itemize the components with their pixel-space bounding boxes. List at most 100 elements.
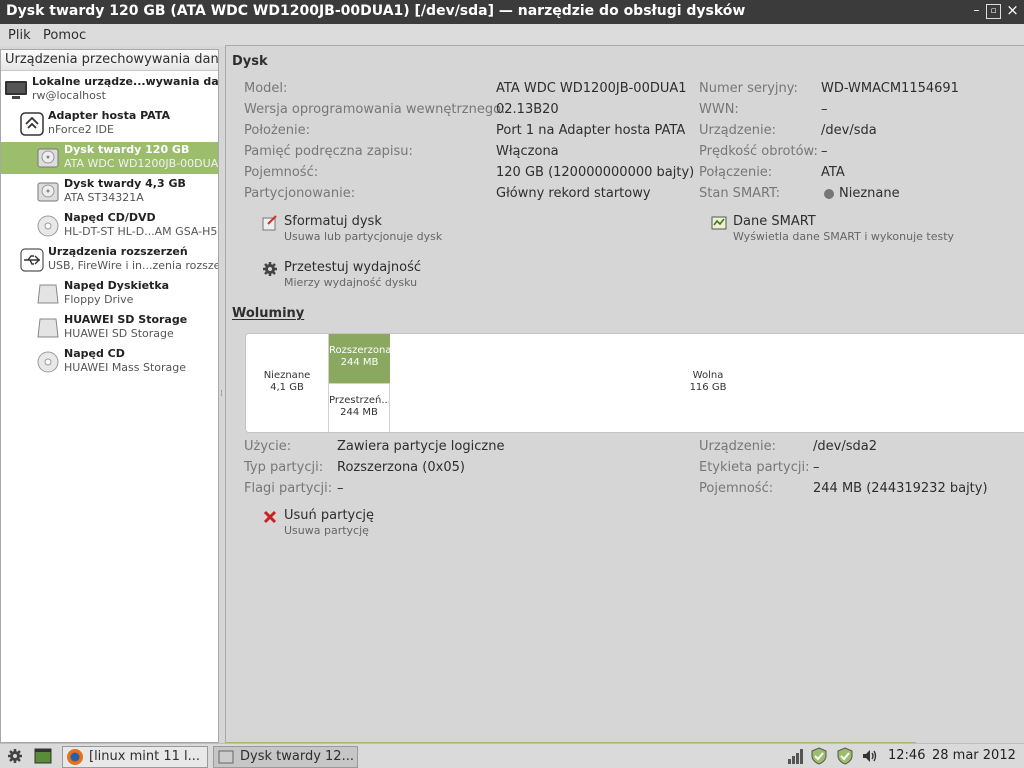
field-label: Pojemność: [244, 165, 319, 180]
taskbar-task-disk-utility[interactable]: Dysk twardy 12... [213, 746, 358, 768]
delete-partition-button[interactable]: Usuń partycję Usuwa partycję [262, 508, 462, 540]
partition-flags-value: – [337, 481, 344, 496]
show-desktop-icon[interactable] [34, 747, 52, 765]
clock-time[interactable]: 12:46 [888, 748, 925, 763]
action-subtitle: Usuwa lub partycjonuje dysk [284, 230, 443, 243]
delete-icon [263, 510, 277, 524]
partition-name: Rozszerzona [329, 345, 392, 356]
clock-date[interactable]: 28 mar 2012 [932, 748, 1016, 763]
field-label: Położenie: [244, 123, 311, 138]
model-value: ATA WDC WD1200JB-00DUA1 [496, 81, 687, 96]
title-bar[interactable]: Dysk twardy 120 GB (ATA WDC WD1200JB-00D… [0, 0, 1024, 24]
tree-item-title: Dysk twardy 4,3 GB [64, 177, 186, 190]
disk-utility-icon [218, 750, 234, 764]
tree-item-disk-4gb[interactable]: Dysk twardy 4,3 GB ATA ST34321A [1, 176, 218, 208]
tree-item-huawei-sd[interactable]: HUAWEI SD Storage HUAWEI SD Storage [1, 312, 218, 344]
tree-item-subtitle: nForce2 IDE [48, 123, 114, 136]
network-signal-icon[interactable] [786, 747, 804, 765]
field-label: Urządzenie: [699, 439, 776, 454]
tree-item-huawei-cd[interactable]: Napęd CD HUAWEI Mass Storage [1, 346, 218, 378]
capacity-value: 120 GB (120000000000 bajty) [496, 165, 695, 180]
action-title: Usuń partycję [284, 508, 375, 523]
benchmark-button[interactable]: Przetestuj wydajność Mierzy wydajność dy… [262, 260, 482, 292]
tree-item-title: Urządzenia rozszerzeń [48, 245, 188, 258]
gear-icon [263, 262, 277, 276]
tree-item-title: Napęd CD [64, 347, 125, 360]
tree-item-subtitle: HUAWEI Mass Storage [64, 361, 187, 374]
task-label: [linux mint 11 l... [89, 749, 201, 764]
tree-item-cd-dvd[interactable]: Napęd CD/DVD HL-DT-ST HL-D...AM GSA-H55N [1, 210, 218, 242]
field-label: Użycie: [244, 439, 292, 454]
tree-item-title: HUAWEI SD Storage [64, 313, 188, 326]
field-label: Połączenie: [699, 165, 773, 180]
tree-item-disk-120gb[interactable]: Dysk twardy 120 GB ATA WDC WD1200JB-00DU… [1, 142, 218, 174]
field-label: Typ partycji: [244, 460, 324, 475]
action-subtitle: Usuwa partycję [284, 524, 369, 537]
action-subtitle: Mierzy wydajność dysku [284, 276, 418, 289]
field-label: Partycjonowanie: [244, 186, 356, 201]
format-disk-button[interactable]: Sformatuj dysk Usuwa lub partycjonuje dy… [262, 214, 482, 246]
partition-name: Nieznane [263, 370, 311, 381]
hard-disk-icon [37, 148, 59, 168]
usage-value: Zawiera partycje logiczne [337, 439, 505, 454]
firmware-value: 02.13B20 [496, 102, 559, 117]
connection-value: ATA [821, 165, 845, 180]
field-label: Prędkość obrotów: [699, 144, 818, 159]
tree-item-subtitle: HUAWEI SD Storage [64, 327, 174, 340]
tree-item-title: Dysk twardy 120 GB [64, 143, 190, 156]
action-title: Sformatuj dysk [284, 214, 382, 229]
tree-header[interactable]: Urządzenia przechowywania danych [1, 50, 218, 71]
hard-disk-icon [37, 182, 59, 202]
smart-status-dot-icon [824, 189, 834, 199]
smart-data-icon [711, 216, 727, 230]
tree-item-extensions[interactable]: Urządzenia rozszerzeń USB, FireWire i in… [1, 244, 218, 276]
action-title: Przetestuj wydajność [284, 260, 421, 275]
close-button[interactable]: × [1005, 3, 1020, 19]
maximize-button[interactable]: ▫ [986, 4, 1001, 19]
tree-item-title: Adapter hosta PATA [48, 109, 170, 122]
tree-item-floppy[interactable]: Napęd Dyskietka Floppy Drive [1, 278, 218, 310]
smart-data-button[interactable]: Dane SMART Wyświetla dane SMART i wykonu… [711, 214, 971, 246]
tree-item-title: Napęd Dyskietka [64, 279, 170, 292]
partition-unknown[interactable]: Nieznane 4,1 GB [246, 334, 329, 432]
tree-item-subtitle: USB, FireWire i in...zenia rozszerzeń [48, 259, 218, 272]
details-pane: Dysk Model: ATA WDC WD1200JB-00DUA1 Wers… [225, 45, 1024, 744]
storage-devices-tree[interactable]: Urządzenia przechowywania danych Lokalne… [0, 49, 219, 743]
field-label: Numer seryjny: [699, 81, 798, 96]
serial-value: WD-WMACM1154691 [821, 81, 959, 96]
task-label: Dysk twardy 12... [240, 749, 354, 764]
floppy-drive-icon [37, 284, 59, 304]
field-label: Pojemność: [699, 481, 774, 496]
optical-disc-icon [37, 351, 59, 373]
partition-name: Wolna [692, 370, 724, 381]
volumes-section-title: Woluminy [232, 306, 305, 321]
taskbar-task-browser[interactable]: [linux mint 11 l... [62, 746, 208, 768]
security-shield-icon[interactable] [836, 747, 854, 765]
tree-item-subtitle: ATA ST34321A [64, 191, 144, 204]
taskbar: [linux mint 11 l... Dysk twardy 12... 12… [0, 743, 1024, 768]
tree-item-local-storage[interactable]: Lokalne urządze...wywania danych rw@loca… [1, 74, 218, 106]
field-label: Flagi partycji: [244, 481, 333, 496]
partition-size: 244 MB [340, 357, 379, 368]
partition-logical-free[interactable]: Przestrzeń... 244 MB [329, 383, 390, 432]
field-label: Etykieta partycji: [699, 460, 810, 475]
menu-help[interactable]: Pomoc [43, 28, 86, 43]
partition-extended[interactable]: Rozszerzona 244 MB [329, 334, 392, 383]
partitioning-value: Główny rekord startowy [496, 186, 651, 201]
smart-status-value: Nieznane [839, 186, 900, 201]
gear-icon[interactable] [6, 747, 24, 765]
tree-item-pata-adapter[interactable]: Adapter hosta PATA nForce2 IDE [1, 108, 218, 140]
action-title: Dane SMART [733, 214, 816, 229]
tree-item-title: Napęd CD/DVD [64, 211, 156, 224]
update-shield-icon[interactable] [810, 747, 828, 765]
field-label: Pamięć podręczna zapisu: [244, 144, 413, 159]
tree-item-subtitle: Floppy Drive [64, 293, 134, 306]
tree-item-subtitle: rw@localhost [32, 89, 106, 102]
drive-section-title: Dysk [232, 54, 268, 69]
menu-file[interactable]: Plik [8, 28, 31, 43]
partition-free[interactable]: Wolna 116 GB [390, 334, 1024, 432]
optical-disc-icon [37, 215, 59, 237]
minimize-button[interactable]: – [969, 4, 984, 19]
field-label: Urządzenie: [699, 123, 776, 138]
volume-icon[interactable] [861, 747, 879, 765]
